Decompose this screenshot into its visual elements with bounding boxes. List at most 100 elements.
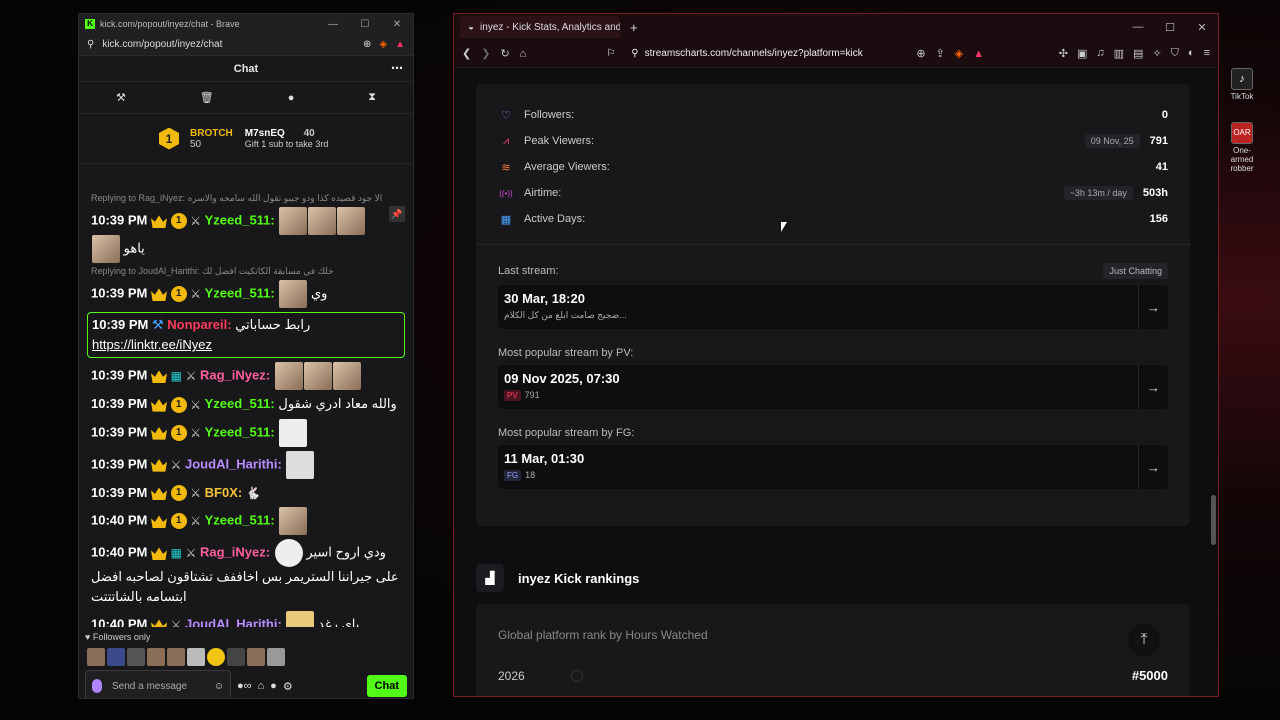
vpn-icon[interactable]: ⛉ xyxy=(1171,47,1179,60)
hammer-icon[interactable]: ⚒ xyxy=(116,91,126,104)
close-icon[interactable]: ✕ xyxy=(1186,21,1218,34)
profile-icon[interactable]: ◐ xyxy=(1188,47,1195,60)
page-scrollbar[interactable] xyxy=(1211,495,1216,545)
avatar[interactable] xyxy=(167,648,185,666)
minimize-icon[interactable]: — xyxy=(317,19,349,30)
last-stream-card[interactable]: 30 Mar, 18:20 ضجيج صامت ابلغ من كل الكلا… xyxy=(498,285,1168,329)
wallet-icon[interactable]: ▤ xyxy=(1133,47,1143,60)
crown-badge-icon xyxy=(151,288,167,301)
zoom-icon[interactable]: ⊕ xyxy=(363,39,371,50)
trash-icon[interactable]: 🗑 xyxy=(200,91,214,104)
username[interactable]: Yzeed_511: xyxy=(205,396,275,411)
username[interactable]: Yzeed_511: xyxy=(205,424,275,439)
gift-leaderboard[interactable]: 1 BROTCH 50 M7snEQ 40 Gift 1 sub to take… xyxy=(79,114,413,164)
address-bar[interactable]: ⚲ kick.com/popout/inyez/chat ⊕ ◈ ▲ xyxy=(79,34,413,56)
message-link[interactable]: https://linktr.ee/iNyez xyxy=(92,337,212,352)
extensions-icon[interactable]: ✣ xyxy=(1059,47,1068,60)
sub-badge-icon: 1 xyxy=(170,396,187,413)
screenshot-icon[interactable]: ▣ xyxy=(1077,47,1087,60)
popular-pv-card[interactable]: 09 Nov 2025, 07:30 PV 791 → xyxy=(498,365,1168,409)
crown-badge-icon xyxy=(151,426,167,440)
chat-bubble-icon[interactable]: ● xyxy=(288,92,295,104)
menu-icon[interactable]: ≡ xyxy=(1204,47,1210,60)
zoom-icon[interactable]: ⊕ xyxy=(916,47,925,60)
mic-icon[interactable] xyxy=(92,679,102,693)
site-info-icon[interactable]: ⚲ xyxy=(87,39,94,50)
username[interactable]: Rag_iNyez: xyxy=(200,367,270,382)
desktop-icon-tiktok[interactable]: ♪ TikTok xyxy=(1222,68,1262,101)
more-options-icon[interactable]: ⋯ xyxy=(391,61,403,75)
rank-value: #5000 xyxy=(1131,668,1168,683)
crown-badge-icon xyxy=(151,458,167,472)
avatar[interactable] xyxy=(207,648,225,666)
chat-bubble-icon[interactable]: ● xyxy=(270,680,277,692)
username[interactable]: JoudAl_Harithi: xyxy=(185,617,282,627)
username[interactable]: Yzeed_511: xyxy=(205,513,275,528)
arrow-right-icon[interactable]: → xyxy=(1138,365,1168,409)
avatar[interactable] xyxy=(267,648,285,666)
avatar[interactable] xyxy=(127,648,145,666)
arrow-right-icon[interactable]: → xyxy=(1138,285,1168,329)
avatar[interactable] xyxy=(87,648,105,666)
maximize-icon[interactable]: ☐ xyxy=(349,19,381,30)
hourglass-icon[interactable]: ⧗ xyxy=(368,91,376,104)
emoji-icon[interactable]: ☺ xyxy=(214,681,224,692)
close-icon[interactable]: ✕ xyxy=(381,19,413,30)
last-stream-label-row: Last stream: Just Chatting xyxy=(476,263,1190,279)
top-gifter-count: 50 xyxy=(190,138,202,150)
minimize-icon[interactable]: — xyxy=(1122,21,1154,34)
input-placeholder: Send a message xyxy=(112,680,188,692)
music-icon[interactable]: ♫ xyxy=(1096,47,1104,60)
home-icon[interactable]: ⌂ xyxy=(520,48,527,60)
chat-send-button[interactable]: Chat xyxy=(366,675,407,697)
crown-badge-icon xyxy=(151,398,167,412)
channel-stats-card: ♡ Followers: 0 ⩘ Peak Viewers: 09 Nov, 2… xyxy=(476,84,1190,526)
emote-icon xyxy=(92,235,120,263)
share-icon[interactable]: ⇪ xyxy=(936,47,945,60)
arrow-right-icon[interactable]: → xyxy=(1138,445,1168,489)
username[interactable]: JoudAl_Harithi: xyxy=(185,456,282,471)
message-input[interactable]: Send a message ☺ xyxy=(85,670,231,698)
username[interactable]: BF0X: xyxy=(205,485,243,500)
username[interactable]: Yzeed_511: xyxy=(205,212,275,227)
followers-only-indicator: ♥ Followers only xyxy=(85,632,150,642)
sidebar-icon[interactable]: ▥ xyxy=(1114,47,1124,60)
username[interactable]: Yzeed_511: xyxy=(205,285,275,300)
streamscharts-favicon-icon: ◒ xyxy=(468,21,475,33)
infinity-icon[interactable]: ●∞ xyxy=(237,680,252,692)
new-tab-icon[interactable]: + xyxy=(630,20,638,35)
brave-shield-icon[interactable]: ◈ xyxy=(955,47,963,60)
address-bar[interactable]: ⚐ ⚲ streamscharts.com/channels/inyez?pla… xyxy=(606,48,906,59)
forward-icon[interactable]: ❯ xyxy=(481,47,490,60)
desktop-icon-one-armed-robber[interactable]: OAR One-armed robber xyxy=(1222,122,1262,173)
brave-rewards-icon[interactable]: ▲ xyxy=(973,48,984,60)
maximize-icon[interactable]: ☐ xyxy=(1154,21,1186,34)
popular-fg-card[interactable]: 11 Mar, 01:30 FG 18 → xyxy=(498,445,1168,489)
back-icon[interactable]: ❮ xyxy=(462,47,471,60)
leo-ai-icon[interactable]: ✧ xyxy=(1152,47,1161,60)
category-tag[interactable]: Just Chatting xyxy=(1103,263,1168,279)
scroll-top-icon[interactable]: ⤒ xyxy=(1128,624,1160,656)
brave-shield-icon[interactable]: ◈ xyxy=(379,39,387,50)
reload-icon[interactable]: ↻ xyxy=(500,47,509,60)
username[interactable]: Nonpareil: xyxy=(167,317,231,332)
brave-rewards-icon[interactable]: ▲ xyxy=(395,39,405,50)
site-info-icon[interactable]: ⚲ xyxy=(631,48,638,59)
avatar[interactable] xyxy=(187,648,205,666)
avatar[interactable] xyxy=(227,648,245,666)
avatar[interactable] xyxy=(107,648,125,666)
browser-tab[interactable]: ◒ inyez - Kick Stats, Analytics and ✕ xyxy=(460,16,620,38)
bookmark-icon[interactable]: ⚐ xyxy=(606,48,615,59)
stream-date: 09 Nov 2025, 07:30 xyxy=(504,371,620,386)
avatar[interactable] xyxy=(147,648,165,666)
og-badge-icon: ▦ xyxy=(170,546,182,561)
store-icon[interactable]: ⌂ xyxy=(258,680,265,692)
stat-label: Average Viewers: xyxy=(524,161,610,173)
rank-card: Global platform rank by Hours Watched ⤒ … xyxy=(476,604,1190,696)
avatar[interactable] xyxy=(247,648,265,666)
heart-icon: ♥ xyxy=(85,632,91,642)
window-titlebar: K kick.com/popout/inyez/chat - Brave — ☐… xyxy=(79,14,413,34)
username[interactable]: Rag_iNyez: xyxy=(200,545,270,560)
settings-gear-icon[interactable]: ⚙ xyxy=(283,680,293,693)
chat-message-list[interactable]: Replying to Rag_iNyez: الا جود قصيده كذا… xyxy=(79,192,413,627)
